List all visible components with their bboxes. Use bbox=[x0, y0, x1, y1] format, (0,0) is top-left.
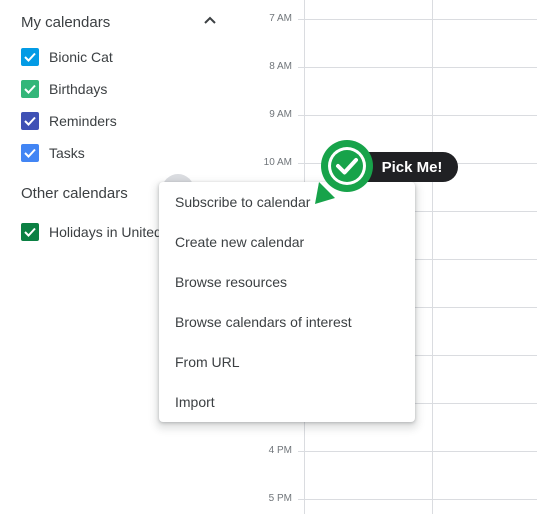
hour-line bbox=[298, 67, 537, 68]
time-label: 4 PM bbox=[268, 445, 292, 456]
menu-item-create-new[interactable]: Create new calendar bbox=[159, 222, 415, 262]
hour-line bbox=[298, 19, 537, 20]
calendar-label: Reminders bbox=[49, 113, 117, 129]
time-label: 10 AM bbox=[263, 157, 292, 168]
calendar-item-bionic-cat[interactable]: Bionic Cat bbox=[21, 45, 113, 69]
calendar-label: Birthdays bbox=[49, 81, 108, 97]
time-label: 9 AM bbox=[269, 109, 292, 120]
green-check-pin-icon bbox=[307, 138, 377, 208]
time-label: 5 PM bbox=[268, 493, 292, 504]
chevron-up-icon[interactable] bbox=[201, 12, 219, 30]
checkbox-checked-icon[interactable] bbox=[21, 223, 39, 241]
calendar-label: Tasks bbox=[49, 145, 85, 161]
menu-item-browse-interest[interactable]: Browse calendars of interest bbox=[159, 302, 415, 342]
pick-me-text: Pick Me! bbox=[381, 158, 443, 176]
menu-item-import[interactable]: Import bbox=[159, 382, 415, 422]
time-label: 7 AM bbox=[269, 13, 292, 24]
grid-column-divider bbox=[432, 0, 433, 514]
checkbox-checked-icon[interactable] bbox=[21, 112, 39, 130]
checkbox-checked-icon[interactable] bbox=[21, 144, 39, 162]
other-calendars-header[interactable]: Other calendars bbox=[21, 185, 128, 202]
hour-line bbox=[298, 115, 537, 116]
checkbox-checked-icon[interactable] bbox=[21, 80, 39, 98]
time-label: 8 AM bbox=[269, 61, 292, 72]
calendar-item-birthdays[interactable]: Birthdays bbox=[21, 77, 107, 101]
menu-item-browse-resources[interactable]: Browse resources bbox=[159, 262, 415, 302]
hour-line bbox=[298, 451, 537, 452]
my-calendars-header[interactable]: My calendars bbox=[21, 14, 110, 31]
menu-item-from-url[interactable]: From URL bbox=[159, 342, 415, 382]
checkbox-checked-icon[interactable] bbox=[21, 48, 39, 66]
calendar-item-reminders[interactable]: Reminders bbox=[21, 109, 117, 133]
calendar-label: Bionic Cat bbox=[49, 49, 113, 65]
add-calendar-menu: Subscribe to calendar Create new calenda… bbox=[159, 182, 415, 422]
hour-line bbox=[298, 499, 537, 500]
calendar-item-tasks[interactable]: Tasks bbox=[21, 141, 85, 165]
